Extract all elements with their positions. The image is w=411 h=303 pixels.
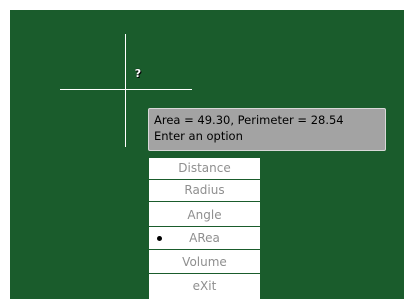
menu-item-exit[interactable]: eXit (149, 276, 260, 298)
menu-item-angle[interactable]: Angle (149, 205, 260, 227)
menu-item-label: eXit (192, 279, 217, 293)
menu-item-label: Distance (178, 161, 231, 175)
measurement-readout: Area = 49.30, Perimeter = 28.54 (154, 113, 344, 127)
option-prompt: Enter an option (154, 129, 243, 143)
option-menu: Distance Radius Angle ARea Volume eXit (149, 158, 260, 299)
question-mark-icon: ? (134, 67, 142, 80)
menu-item-radius[interactable]: Radius (149, 180, 260, 202)
drawing-area[interactable]: ? Area = 49.30, Perimeter = 28.54 Enter … (10, 10, 404, 299)
menu-item-label: Volume (182, 255, 227, 269)
menu-item-volume[interactable]: Volume (149, 252, 260, 274)
crosshair-vertical-line (125, 34, 126, 147)
crosshair-horizontal-line (60, 89, 192, 90)
menu-item-label: ARea (189, 231, 220, 245)
menu-item-label: Angle (187, 208, 222, 222)
selected-bullet-icon (157, 236, 162, 241)
dynamic-input-tooltip: Area = 49.30, Perimeter = 28.54 Enter an… (148, 108, 386, 151)
menu-item-area[interactable]: ARea (149, 228, 260, 250)
menu-item-distance[interactable]: Distance (149, 158, 260, 180)
menu-item-label: Radius (184, 183, 225, 197)
